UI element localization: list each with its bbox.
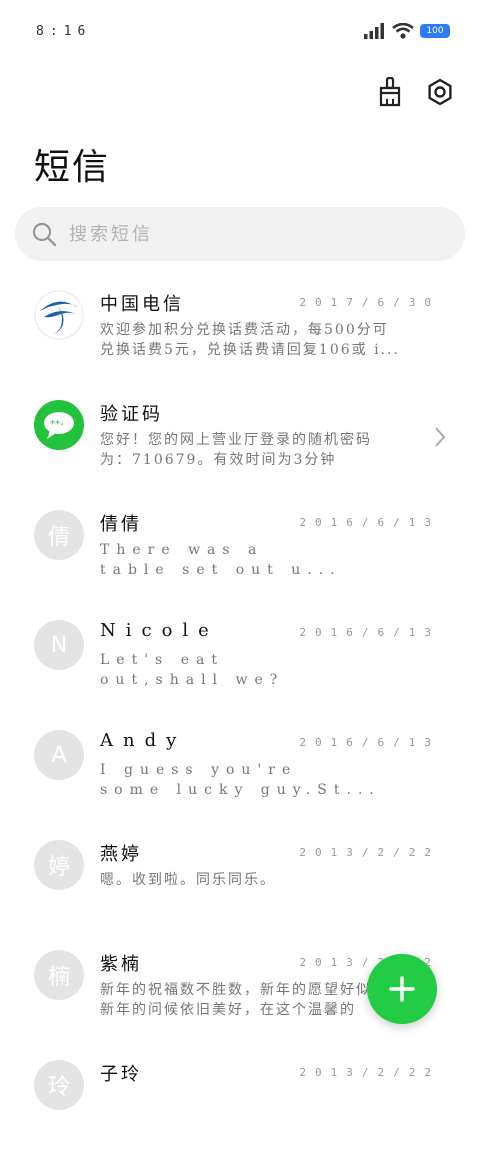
status-icons: 100 xyxy=(364,23,450,39)
thread-date: 2016/6/13 xyxy=(299,736,440,749)
thread-preview: 欢迎参加积分兑换话费活动，每500分可 兑换话费5元，兑换话费请回复106或 i… xyxy=(100,320,438,360)
search-input[interactable] xyxy=(67,222,431,246)
preview-line: There was a xyxy=(100,542,264,558)
broom-icon xyxy=(379,77,401,107)
avatar: 婷 xyxy=(34,840,84,890)
preview-line: 嗯。收到啦。同乐同乐。 xyxy=(100,872,276,888)
thread-row[interactable]: 婷 燕婷 2013/2/22 嗯。收到啦。同乐同乐。 xyxy=(0,824,480,934)
thread-date: 2017/6/30 xyxy=(299,296,440,309)
preview-line: table set out u... xyxy=(100,562,342,578)
thread-name: 验证码 xyxy=(100,404,163,425)
thread-date: 2016/6/13 xyxy=(299,516,440,529)
avatar: **- xyxy=(34,400,84,450)
preview-line: 为：710679。有效时间为3分钟 xyxy=(100,452,337,468)
china-telecom-logo-icon xyxy=(34,290,84,340)
avatar xyxy=(34,290,84,340)
preview-line: Let's eat xyxy=(100,652,224,668)
status-bar: 8:16 100 xyxy=(0,0,480,64)
thread-row[interactable]: N Nicole 2016/6/13 Let's eat out,shall w… xyxy=(0,604,480,714)
settings-button[interactable] xyxy=(424,76,456,108)
wifi-icon xyxy=(392,23,414,39)
thread-name: 中国电信 xyxy=(100,294,184,315)
thread-name: 燕婷 xyxy=(100,844,142,865)
thread-row[interactable]: 中国电信 2017/6/30 欢迎参加积分兑换话费活动，每500分可 兑换话费5… xyxy=(0,274,480,384)
thread-date: 2016/6/13 xyxy=(299,626,440,639)
status-time: 8:16 xyxy=(36,24,92,39)
preview-line: 欢迎参加积分兑换话费活动，每500分可 xyxy=(100,322,389,338)
new-message-button[interactable] xyxy=(367,954,437,1024)
preview-line: I guess you're xyxy=(100,762,298,778)
preview-line: out,shall we? xyxy=(100,672,285,688)
thread-date: 2013/2/22 xyxy=(299,846,440,859)
page-title: 短信 xyxy=(34,147,111,188)
avatar: 倩 xyxy=(34,510,84,560)
battery-icon: 100 xyxy=(420,24,450,38)
gear-icon xyxy=(428,78,452,106)
thread-preview: 您好！您的网上营业厅登录的随机密码 为：710679。有效时间为3分钟 xyxy=(100,430,438,470)
thread-name: 子玲 xyxy=(100,1064,142,1085)
thread-date: 2013/2/22 xyxy=(299,1066,440,1079)
message-bubble-icon: **- xyxy=(44,412,74,439)
search-bar[interactable] xyxy=(15,207,465,261)
thread-row[interactable]: A Andy 2016/6/13 I guess you're some luc… xyxy=(0,714,480,824)
preview-line: 您好！您的网上营业厅登录的随机密码 xyxy=(100,432,372,448)
thread-name: 倩倩 xyxy=(100,514,142,535)
avatar: A xyxy=(34,730,84,780)
thread-preview: Let's eat out,shall we? xyxy=(100,650,438,690)
thread-row[interactable]: 玲 子玲 2013/2/22 xyxy=(0,1044,480,1154)
thread-preview: There was a table set out u... xyxy=(100,540,438,580)
avatar: 楠 xyxy=(34,950,84,1000)
preview-line: some lucky guy.St... xyxy=(100,782,381,798)
thread-name: Nicole xyxy=(100,620,219,641)
thread-name: Andy xyxy=(100,730,187,751)
svg-text:**-: **- xyxy=(50,419,64,430)
thread-row[interactable]: **- 验证码 您好！您的网上营业厅登录的随机密码 为：710679。有效时间为… xyxy=(0,384,480,494)
thread-row[interactable]: 倩 倩倩 2016/6/13 There was a table set out… xyxy=(0,494,480,604)
avatar: N xyxy=(34,620,84,670)
search-icon xyxy=(32,222,57,247)
thread-name: 紫楠 xyxy=(100,954,142,975)
chevron-right-icon[interactable] xyxy=(434,426,446,448)
clean-button[interactable] xyxy=(374,76,406,108)
preview-line: 兑换话费5元，兑换话费请回复106或 i... xyxy=(100,342,400,358)
thread-preview: I guess you're some lucky guy.St... xyxy=(100,760,438,800)
toolbar xyxy=(374,76,456,108)
plus-icon xyxy=(389,976,415,1002)
signal-icon xyxy=(364,23,384,39)
thread-preview: 嗯。收到啦。同乐同乐。 xyxy=(100,870,438,890)
avatar: 玲 xyxy=(34,1060,84,1110)
